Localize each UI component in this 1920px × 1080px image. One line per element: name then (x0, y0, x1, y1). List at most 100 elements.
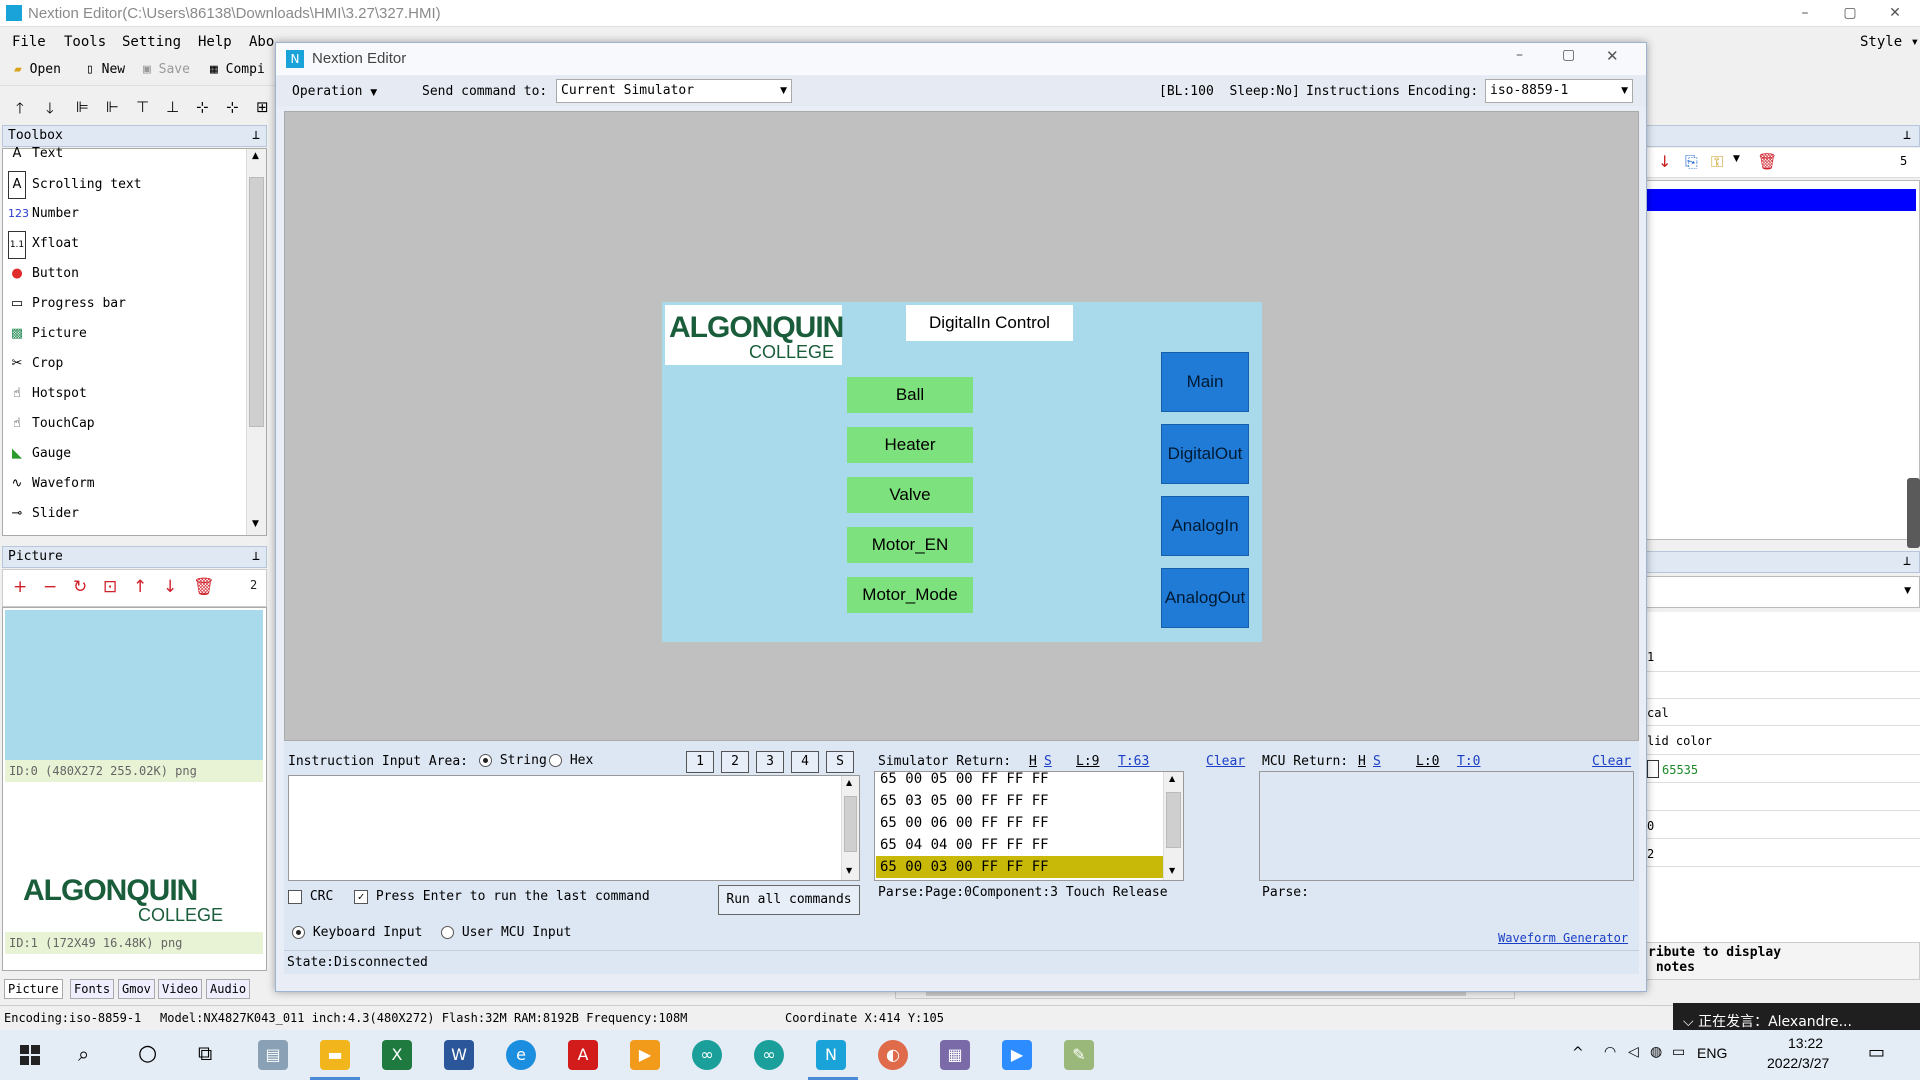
pin-icon[interactable]: ⊥ (252, 126, 260, 146)
app-icon[interactable]: ◐ (878, 1040, 908, 1070)
menu-about[interactable]: Abo (249, 34, 274, 50)
attribute-row-4[interactable]: lid color (1645, 726, 1920, 755)
scroll-down-icon[interactable]: ▼ (252, 519, 259, 529)
nextion-taskbar-icon[interactable]: N (816, 1040, 846, 1070)
toolbox-item-button[interactable]: ● Button (8, 261, 79, 287)
right-edge-handle[interactable] (1907, 478, 1920, 548)
run-all-commands-button[interactable]: Run all commands (718, 885, 860, 915)
clock-time[interactable]: 13:22 (1788, 1035, 1823, 1051)
toolbox-item-progress-bar[interactable]: ▭ Progress bar (8, 291, 126, 317)
menu-file[interactable]: File (12, 34, 46, 50)
delete-all-icon[interactable]: 🗑 (193, 577, 215, 597)
toolbox-item-hotspot[interactable]: ☝ Hotspot (8, 381, 87, 407)
scroll-up-icon[interactable]: ▲ (1169, 774, 1175, 783)
acrobat-icon[interactable]: A (568, 1040, 598, 1070)
analogin-page-button[interactable]: AnalogIn (1161, 496, 1249, 556)
new-button[interactable]: ▯ New (86, 62, 125, 77)
move-down-icon[interactable]: ↓ (1658, 152, 1671, 171)
move-up-icon[interactable]: 🡑 (16, 98, 24, 123)
sim-return-row-0[interactable]: 65 00 05 00 FF FF FF (880, 772, 1049, 790)
close-button[interactable]: ✕ (1606, 47, 1619, 65)
sim-return-row-4[interactable]: 65 00 03 00 FF FF FF (876, 856, 1163, 878)
slot-button-4[interactable]: 4 (791, 751, 819, 773)
pin-icon[interactable]: ⊥ (1903, 554, 1911, 569)
picture-thumbnail-1[interactable]: ALGONQUIN COLLEGE (23, 876, 243, 926)
edge-icon[interactable]: e (506, 1040, 536, 1070)
attribute-row-6[interactable]: 0 (1645, 811, 1920, 839)
attribute-row-5[interactable] (1645, 783, 1920, 811)
slot-button-1[interactable]: 1 (686, 751, 714, 773)
sim-return-scrollbar[interactable]: ▲ ▼ (1163, 772, 1183, 880)
sim-scroll-thumb[interactable] (1166, 792, 1181, 848)
minimize-button[interactable]: – (1516, 47, 1523, 63)
import-page-icon[interactable]: ⚿ (1711, 152, 1723, 172)
file-explorer-icon[interactable]: ▬ (320, 1040, 350, 1070)
toolbox-item-gauge[interactable]: ◣ Gauge (8, 441, 71, 467)
toolbox-scrollbar[interactable]: ▲ ▼ (246, 149, 266, 535)
encoding-select[interactable]: iso-8859-1 ▼ (1485, 79, 1633, 103)
component-select[interactable]: ▼ (1645, 576, 1920, 608)
printer-app-icon[interactable]: ▤ (258, 1040, 288, 1070)
mcu-clear-link[interactable]: Clear (1592, 754, 1631, 769)
motor-en-button[interactable]: Motor_EN (847, 527, 973, 563)
chevron-down-icon[interactable]: ▼ (1733, 154, 1740, 164)
battery-icon[interactable]: ▭ (1672, 1044, 1685, 1060)
arduino-icon[interactable]: ∞ (692, 1040, 722, 1070)
menu-tools[interactable]: Tools (64, 34, 106, 50)
align-top-icon[interactable]: ⊤ (136, 98, 149, 116)
hex-radio[interactable]: Hex (549, 753, 593, 768)
hmi-screen[interactable]: ALGONQUIN COLLEGE DigitalIn Control Ball… (662, 302, 1262, 642)
cortana-icon[interactable]: ○ (138, 1041, 157, 1066)
scroll-down-icon[interactable]: ▼ (1169, 866, 1175, 875)
compile-button[interactable]: ▦ Compi (210, 62, 265, 77)
input-language[interactable]: ENG (1697, 1045, 1727, 1061)
motor-mode-button[interactable]: Motor_Mode (847, 577, 973, 613)
maximize-button[interactable]: ▢ (1562, 47, 1575, 63)
slot-button-2[interactable]: 2 (721, 751, 749, 773)
ball-button[interactable]: Ball (847, 377, 973, 413)
move-up-icon[interactable]: ↑ (133, 577, 147, 597)
tab-audio[interactable]: Audio (206, 979, 251, 999)
waveform-generator-link[interactable]: Waveform Generator (1498, 931, 1628, 945)
analogout-page-button[interactable]: AnalogOut (1161, 568, 1249, 628)
tab-picture[interactable]: Picture (4, 979, 63, 999)
center-horizontal-icon[interactable]: ⊹ (196, 98, 209, 116)
arduino-icon-2[interactable]: ∞ (754, 1040, 784, 1070)
mcu-string-toggle[interactable]: S (1373, 754, 1381, 769)
move-down-icon[interactable]: 🡓 (46, 98, 54, 123)
toolbox-item-picture[interactable]: ▩ Picture (8, 321, 87, 347)
search-icon[interactable]: ⌕ (78, 1042, 89, 1066)
wifi-icon[interactable]: ◠ (1604, 1044, 1616, 1060)
align-left-icon[interactable]: ⊫ (76, 98, 89, 116)
word-icon[interactable]: W (444, 1040, 474, 1070)
calculator-icon[interactable]: ▦ (940, 1040, 970, 1070)
attribute-row-color[interactable]: 65535 (1645, 755, 1920, 783)
open-button[interactable]: ▰ Open (14, 62, 61, 77)
pin-icon[interactable]: ⊥ (252, 547, 260, 567)
tab-fonts[interactable]: Fonts (70, 979, 115, 999)
tab-video[interactable]: Video (158, 979, 203, 999)
attribute-row-3[interactable]: cal (1645, 699, 1920, 726)
picture-thumbnail-0[interactable] (5, 610, 263, 760)
notification-center-icon[interactable]: ▭ (1868, 1042, 1885, 1063)
add-picture-icon[interactable]: + (13, 577, 27, 597)
toolbox-scroll-thumb[interactable] (249, 177, 264, 427)
maximize-button[interactable]: ▢ (1830, 2, 1870, 24)
heater-button[interactable]: Heater (847, 427, 973, 463)
instruction-scrollbar[interactable]: ▲ ▼ (841, 776, 859, 880)
copy-page-icon[interactable]: ⎘ (1685, 152, 1698, 172)
clock-date[interactable]: 2022/3/27 (1767, 1055, 1829, 1071)
paint-icon[interactable]: ✎ (1064, 1040, 1094, 1070)
pin-icon[interactable]: ⊥ (1903, 128, 1911, 143)
operation-menu[interactable]: Operation ▼ (292, 84, 377, 99)
menu-help[interactable]: Help (198, 34, 232, 50)
mcu-return-list[interactable] (1259, 771, 1634, 881)
toolbox-item-xfloat[interactable]: 1.1 Xfloat (8, 231, 79, 259)
instruction-input-area[interactable]: ▲ ▼ (288, 775, 860, 881)
mcu-hex-toggle[interactable]: H (1358, 754, 1366, 769)
toolbox-item-number[interactable]: 123 Number (8, 201, 79, 227)
scroll-up-icon[interactable]: ▲ (252, 151, 259, 161)
move-down-icon[interactable]: ↓ (163, 577, 177, 597)
replace-picture-icon[interactable]: ↻ (73, 577, 87, 597)
toolbox-item-slider[interactable]: ⊸ Slider (8, 501, 79, 527)
